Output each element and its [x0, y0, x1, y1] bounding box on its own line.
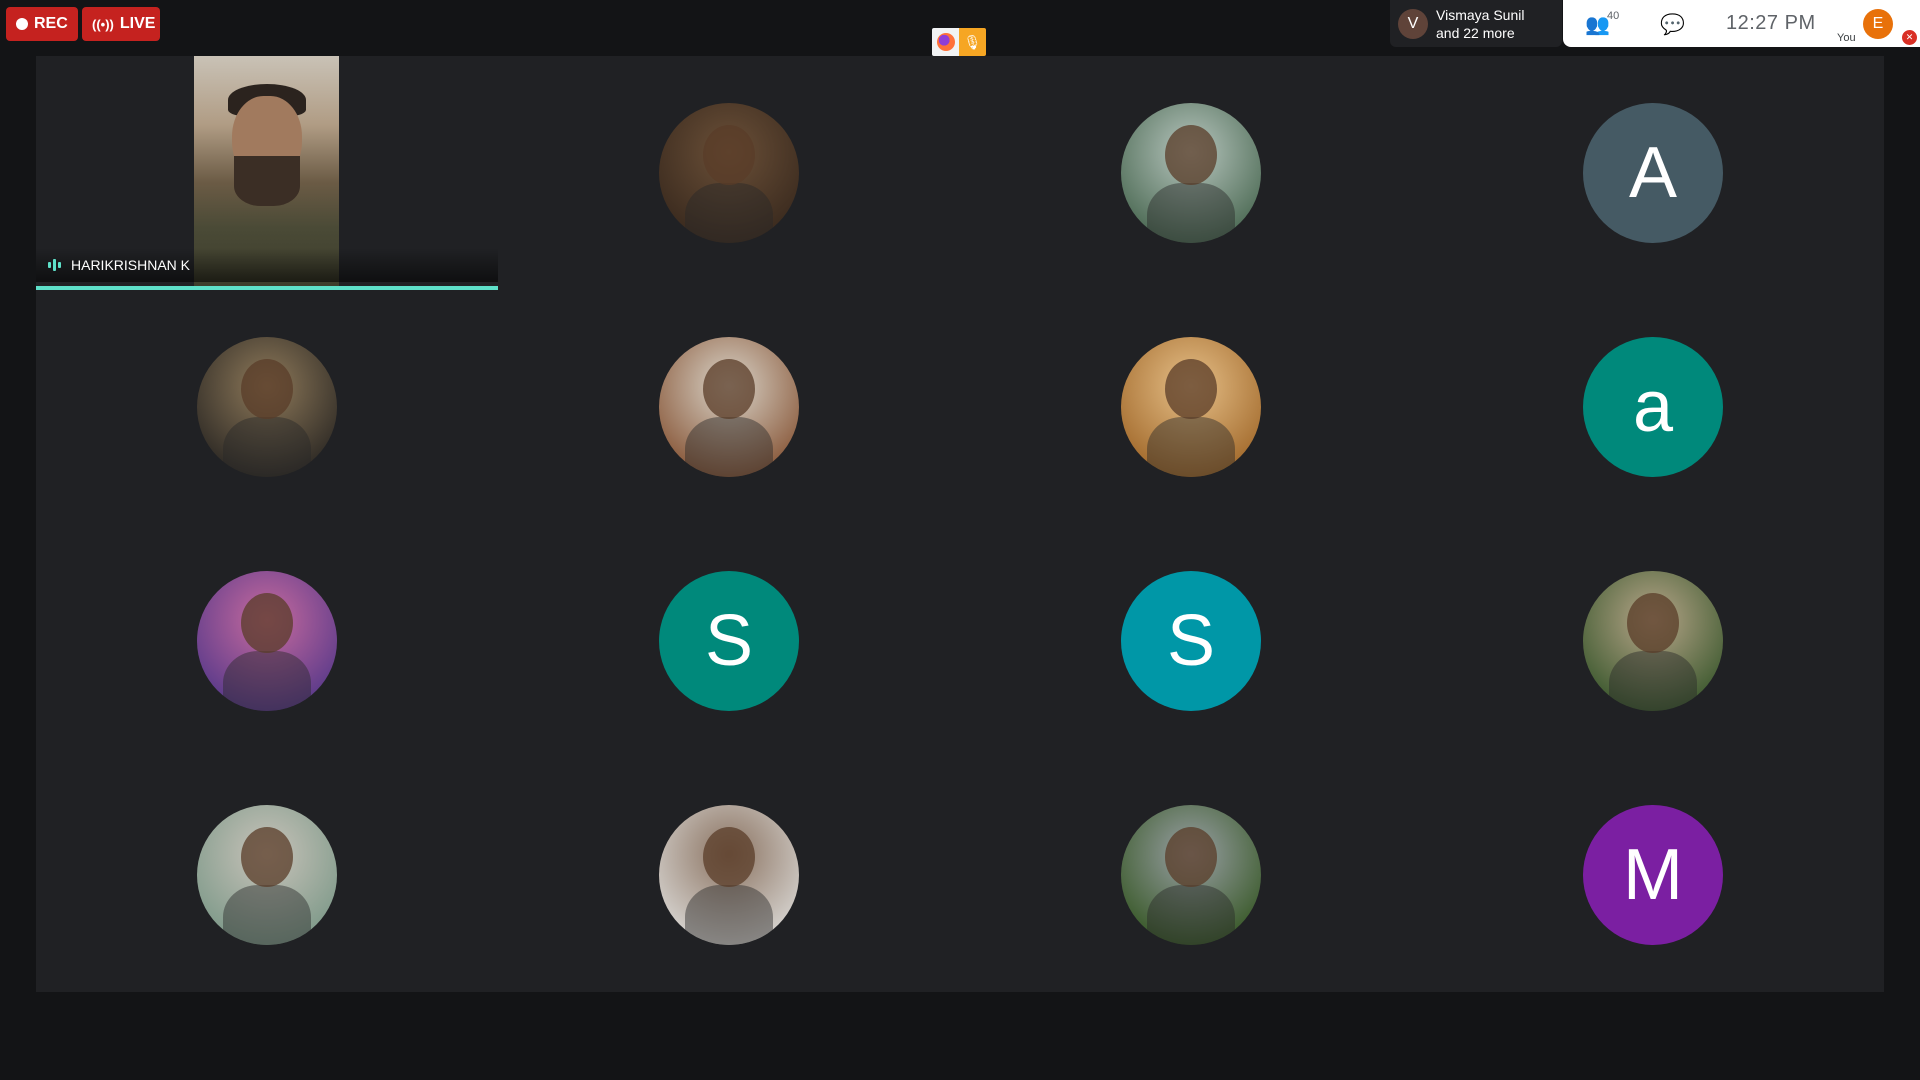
browser-sharing-indicator[interactable]: 🎙 — [932, 28, 986, 56]
participant-grid: HARIKRISHNAN K Aa S S M — [36, 56, 1884, 992]
participant-tile[interactable] — [36, 524, 498, 758]
profile-photo — [1121, 805, 1261, 945]
mic-off-icon: ✕ — [1902, 30, 1917, 45]
self-avatar[interactable]: E — [1863, 9, 1893, 39]
participant-tile[interactable] — [1422, 524, 1884, 758]
video-tile[interactable]: HARIKRISHNAN K — [36, 56, 498, 290]
avatar-initial: S — [1121, 571, 1261, 711]
presenter-name: Vismaya Sunil — [1436, 6, 1525, 23]
self-label: You — [1837, 32, 1856, 44]
profile-photo — [1121, 103, 1261, 243]
profile-photo — [197, 337, 337, 477]
others-count: and 22 more — [1436, 24, 1515, 41]
meeting-info-panel: 👥 40 💬 12:27 PM E You ✕ — [1563, 0, 1920, 47]
participant-tile[interactable] — [960, 290, 1422, 524]
profile-photo — [659, 805, 799, 945]
record-icon — [16, 18, 28, 30]
participant-tile[interactable]: a — [1422, 290, 1884, 524]
participant-tile[interactable] — [498, 758, 960, 992]
firefox-icon — [932, 28, 959, 56]
recording-label: REC — [34, 15, 68, 32]
participant-tile[interactable] — [960, 758, 1422, 992]
participant-name-bar: HARIKRISHNAN K — [36, 248, 498, 282]
participant-tile[interactable]: S — [498, 524, 960, 758]
participant-tile[interactable] — [36, 758, 498, 992]
live-stream-badge[interactable]: ((•)) LIVE — [82, 7, 160, 41]
top-bar: REC ((•)) LIVE 🎙 V Vismaya Sunil and 22 … — [0, 0, 1920, 56]
avatar: V — [1398, 8, 1428, 39]
participants-preview[interactable]: V Vismaya Sunil and 22 more — [1390, 0, 1562, 47]
participant-tile[interactable] — [36, 290, 498, 524]
participant-tile[interactable] — [498, 56, 960, 290]
profile-photo — [197, 571, 337, 711]
avatar-initial: S — [659, 571, 799, 711]
speaking-indicator-icon — [48, 259, 61, 271]
chat-icon[interactable]: 💬 — [1660, 12, 1685, 37]
participant-tile[interactable] — [498, 290, 960, 524]
live-label: LIVE — [119, 15, 156, 32]
profile-photo — [1121, 337, 1261, 477]
microphone-in-use-icon: 🎙 — [959, 28, 986, 56]
participant-tile[interactable]: M — [1422, 758, 1884, 992]
participant-tile[interactable] — [960, 56, 1422, 290]
profile-photo — [197, 805, 337, 945]
participant-name: HARIKRISHNAN K — [71, 257, 191, 273]
participant-tile[interactable]: S — [960, 524, 1422, 758]
avatar-initial: A — [1583, 103, 1723, 243]
meeting-clock: 12:27 PM — [1726, 12, 1816, 34]
people-count: 40 — [1607, 10, 1620, 22]
avatar-initial: a — [1583, 337, 1723, 477]
recording-badge[interactable]: REC — [6, 7, 78, 41]
profile-photo — [659, 103, 799, 243]
avatar-initial: M — [1583, 805, 1723, 945]
profile-photo — [659, 337, 799, 477]
broadcast-icon: ((•)) — [92, 16, 114, 32]
profile-photo — [1583, 571, 1723, 711]
participant-tile[interactable]: A — [1422, 56, 1884, 290]
